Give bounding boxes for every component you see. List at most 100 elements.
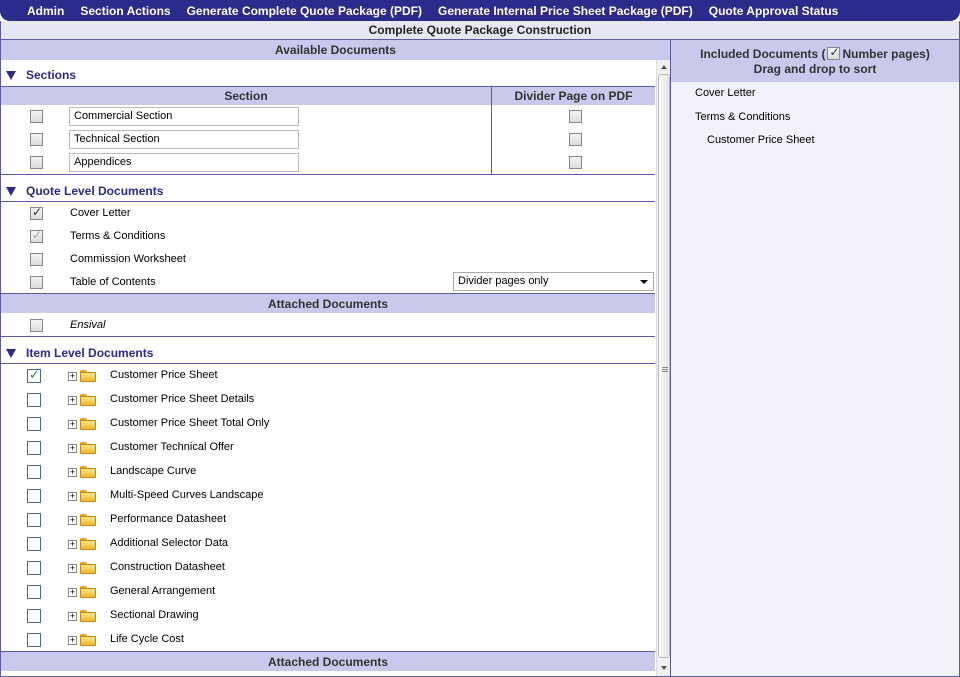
included-item-terms[interactable]: Terms & Conditions bbox=[695, 111, 790, 123]
expand-plus-icon[interactable]: + bbox=[68, 372, 77, 381]
section-checkbox-technical[interactable] bbox=[30, 133, 43, 146]
expand-plus-icon[interactable]: + bbox=[68, 468, 77, 477]
sections-title: Sections bbox=[26, 68, 77, 82]
folder-icon bbox=[80, 562, 96, 574]
item-doc-checkbox[interactable] bbox=[27, 513, 41, 527]
column-divider-line bbox=[491, 105, 492, 174]
expand-plus-icon[interactable]: + bbox=[68, 540, 77, 549]
expand-plus-icon[interactable]: + bbox=[68, 564, 77, 573]
divider bbox=[1, 201, 655, 202]
divider-checkbox-technical[interactable] bbox=[569, 133, 582, 146]
attached-doc-checkbox-ensival[interactable] bbox=[30, 319, 43, 332]
item-doc-checkbox[interactable] bbox=[27, 367, 41, 383]
menu-generate-internal-price-sheet[interactable]: Generate Internal Price Sheet Package (P… bbox=[438, 4, 693, 18]
collapse-triangle-icon bbox=[6, 348, 16, 358]
item-doc-checkbox[interactable] bbox=[27, 417, 41, 431]
item-doc-label: Customer Price Sheet bbox=[110, 369, 218, 381]
item-doc-label: Sectional Drawing bbox=[110, 609, 199, 621]
toc-mode-select-value: Divider pages only bbox=[458, 275, 549, 287]
item-doc-checkbox[interactable] bbox=[27, 633, 41, 647]
included-item-customer-price-sheet[interactable]: Customer Price Sheet bbox=[707, 134, 815, 146]
section-name-input-appendices[interactable]: Appendices bbox=[69, 153, 299, 172]
quote-doc-checkbox-terms bbox=[30, 228, 43, 243]
expand-plus-icon[interactable]: + bbox=[68, 612, 77, 621]
folder-icon bbox=[80, 466, 96, 478]
item-level-documents-toggle[interactable]: Item Level Documents bbox=[1, 342, 655, 364]
available-documents-header: Available Documents bbox=[1, 40, 670, 60]
item-doc-checkbox[interactable] bbox=[27, 585, 41, 599]
item-doc-checkbox[interactable] bbox=[27, 489, 41, 503]
item-doc-label: Customer Technical Offer bbox=[110, 441, 234, 453]
quote-doc-checkbox-cover-letter[interactable] bbox=[30, 205, 43, 220]
collapse-triangle-icon bbox=[6, 186, 16, 196]
item-doc-label: General Arrangement bbox=[110, 585, 216, 597]
included-documents-header: Included Documents ( Number pages) Drag a… bbox=[671, 40, 959, 82]
folder-icon bbox=[80, 442, 96, 454]
documents-scrollbar[interactable] bbox=[656, 60, 670, 676]
toc-mode-select[interactable]: Divider pages only bbox=[453, 272, 654, 291]
item-doc-checkbox[interactable] bbox=[27, 537, 41, 551]
item-doc-label: Additional Selector Data bbox=[110, 537, 229, 549]
menu-generate-complete-quote[interactable]: Generate Complete Quote Package (PDF) bbox=[187, 4, 422, 18]
quote-level-documents-title: Quote Level Documents bbox=[26, 184, 164, 198]
sections-toggle[interactable]: Sections bbox=[1, 64, 655, 86]
included-documents-title: Included Documents ( bbox=[700, 47, 826, 61]
folder-icon bbox=[80, 370, 96, 382]
scroll-down-arrow-icon[interactable] bbox=[661, 666, 667, 670]
quote-doc-label-commission: Commission Worksheet bbox=[70, 253, 186, 265]
folder-icon bbox=[80, 514, 96, 526]
item-level-documents-title: Item Level Documents bbox=[26, 346, 154, 360]
expand-plus-icon[interactable]: + bbox=[68, 444, 77, 453]
section-checkbox-appendices[interactable] bbox=[30, 156, 43, 169]
top-menu-bar: Admin Section Actions Generate Complete … bbox=[0, 0, 960, 21]
expand-plus-icon[interactable]: + bbox=[68, 516, 77, 525]
menu-admin[interactable]: Admin bbox=[27, 4, 64, 18]
column-header-divider: Divider Page on PDF bbox=[491, 86, 655, 105]
attached-documents-header-2: Attached Documents bbox=[1, 651, 655, 671]
quote-doc-label-toc: Table of Contents bbox=[70, 276, 156, 288]
item-doc-label: Multi-Speed Curves Landscape bbox=[110, 489, 264, 501]
section-checkbox-commercial[interactable] bbox=[30, 110, 43, 123]
folder-icon bbox=[80, 490, 96, 502]
quote-doc-checkbox-commission[interactable] bbox=[30, 253, 43, 266]
item-doc-checkbox[interactable] bbox=[27, 465, 41, 479]
folder-icon bbox=[80, 394, 96, 406]
expand-plus-icon[interactable]: + bbox=[68, 588, 77, 597]
divider-checkbox-appendices[interactable] bbox=[569, 156, 582, 169]
item-doc-label: Landscape Curve bbox=[110, 465, 197, 477]
chevron-down-icon bbox=[640, 280, 648, 284]
scrollbar-thumb[interactable] bbox=[658, 74, 670, 658]
page-title: Complete Quote Package Construction bbox=[0, 21, 960, 40]
item-doc-label: Construction Datasheet bbox=[110, 561, 225, 573]
drag-drop-hint: Drag and drop to sort bbox=[753, 62, 877, 76]
included-item-cover-letter[interactable]: Cover Letter bbox=[695, 87, 756, 99]
menu-section-actions[interactable]: Section Actions bbox=[80, 4, 170, 18]
folder-icon bbox=[80, 634, 96, 646]
item-doc-checkbox[interactable] bbox=[27, 441, 41, 455]
folder-icon bbox=[80, 610, 96, 622]
item-doc-label: Customer Price Sheet Total Only bbox=[110, 417, 270, 429]
expand-plus-icon[interactable]: + bbox=[68, 420, 77, 429]
item-doc-checkbox[interactable] bbox=[27, 393, 41, 407]
expand-plus-icon[interactable]: + bbox=[68, 492, 77, 501]
section-name-input-commercial[interactable]: Commercial Section bbox=[69, 107, 299, 126]
section-name-input-technical[interactable]: Technical Section bbox=[69, 130, 299, 149]
divider-checkbox-commercial[interactable] bbox=[569, 110, 582, 123]
quote-level-documents-toggle[interactable]: Quote Level Documents bbox=[1, 180, 655, 202]
divider bbox=[1, 363, 655, 364]
item-doc-checkbox[interactable] bbox=[27, 609, 41, 623]
divider bbox=[1, 336, 655, 337]
menu-quote-approval-status[interactable]: Quote Approval Status bbox=[709, 4, 839, 18]
number-pages-checkbox[interactable] bbox=[827, 45, 841, 60]
quote-doc-checkbox-toc[interactable] bbox=[30, 276, 43, 289]
folder-icon bbox=[80, 586, 96, 598]
expand-plus-icon[interactable]: + bbox=[68, 636, 77, 645]
item-doc-checkbox[interactable] bbox=[27, 561, 41, 575]
number-pages-label: Number pages) bbox=[842, 47, 930, 61]
item-doc-label: Customer Price Sheet Details bbox=[110, 393, 255, 405]
item-doc-label: Life Cycle Cost bbox=[110, 633, 184, 645]
expand-plus-icon[interactable]: + bbox=[68, 396, 77, 405]
grip-icon bbox=[662, 367, 668, 372]
scroll-up-arrow-icon[interactable] bbox=[661, 65, 667, 69]
column-header-section: Section bbox=[1, 86, 491, 105]
